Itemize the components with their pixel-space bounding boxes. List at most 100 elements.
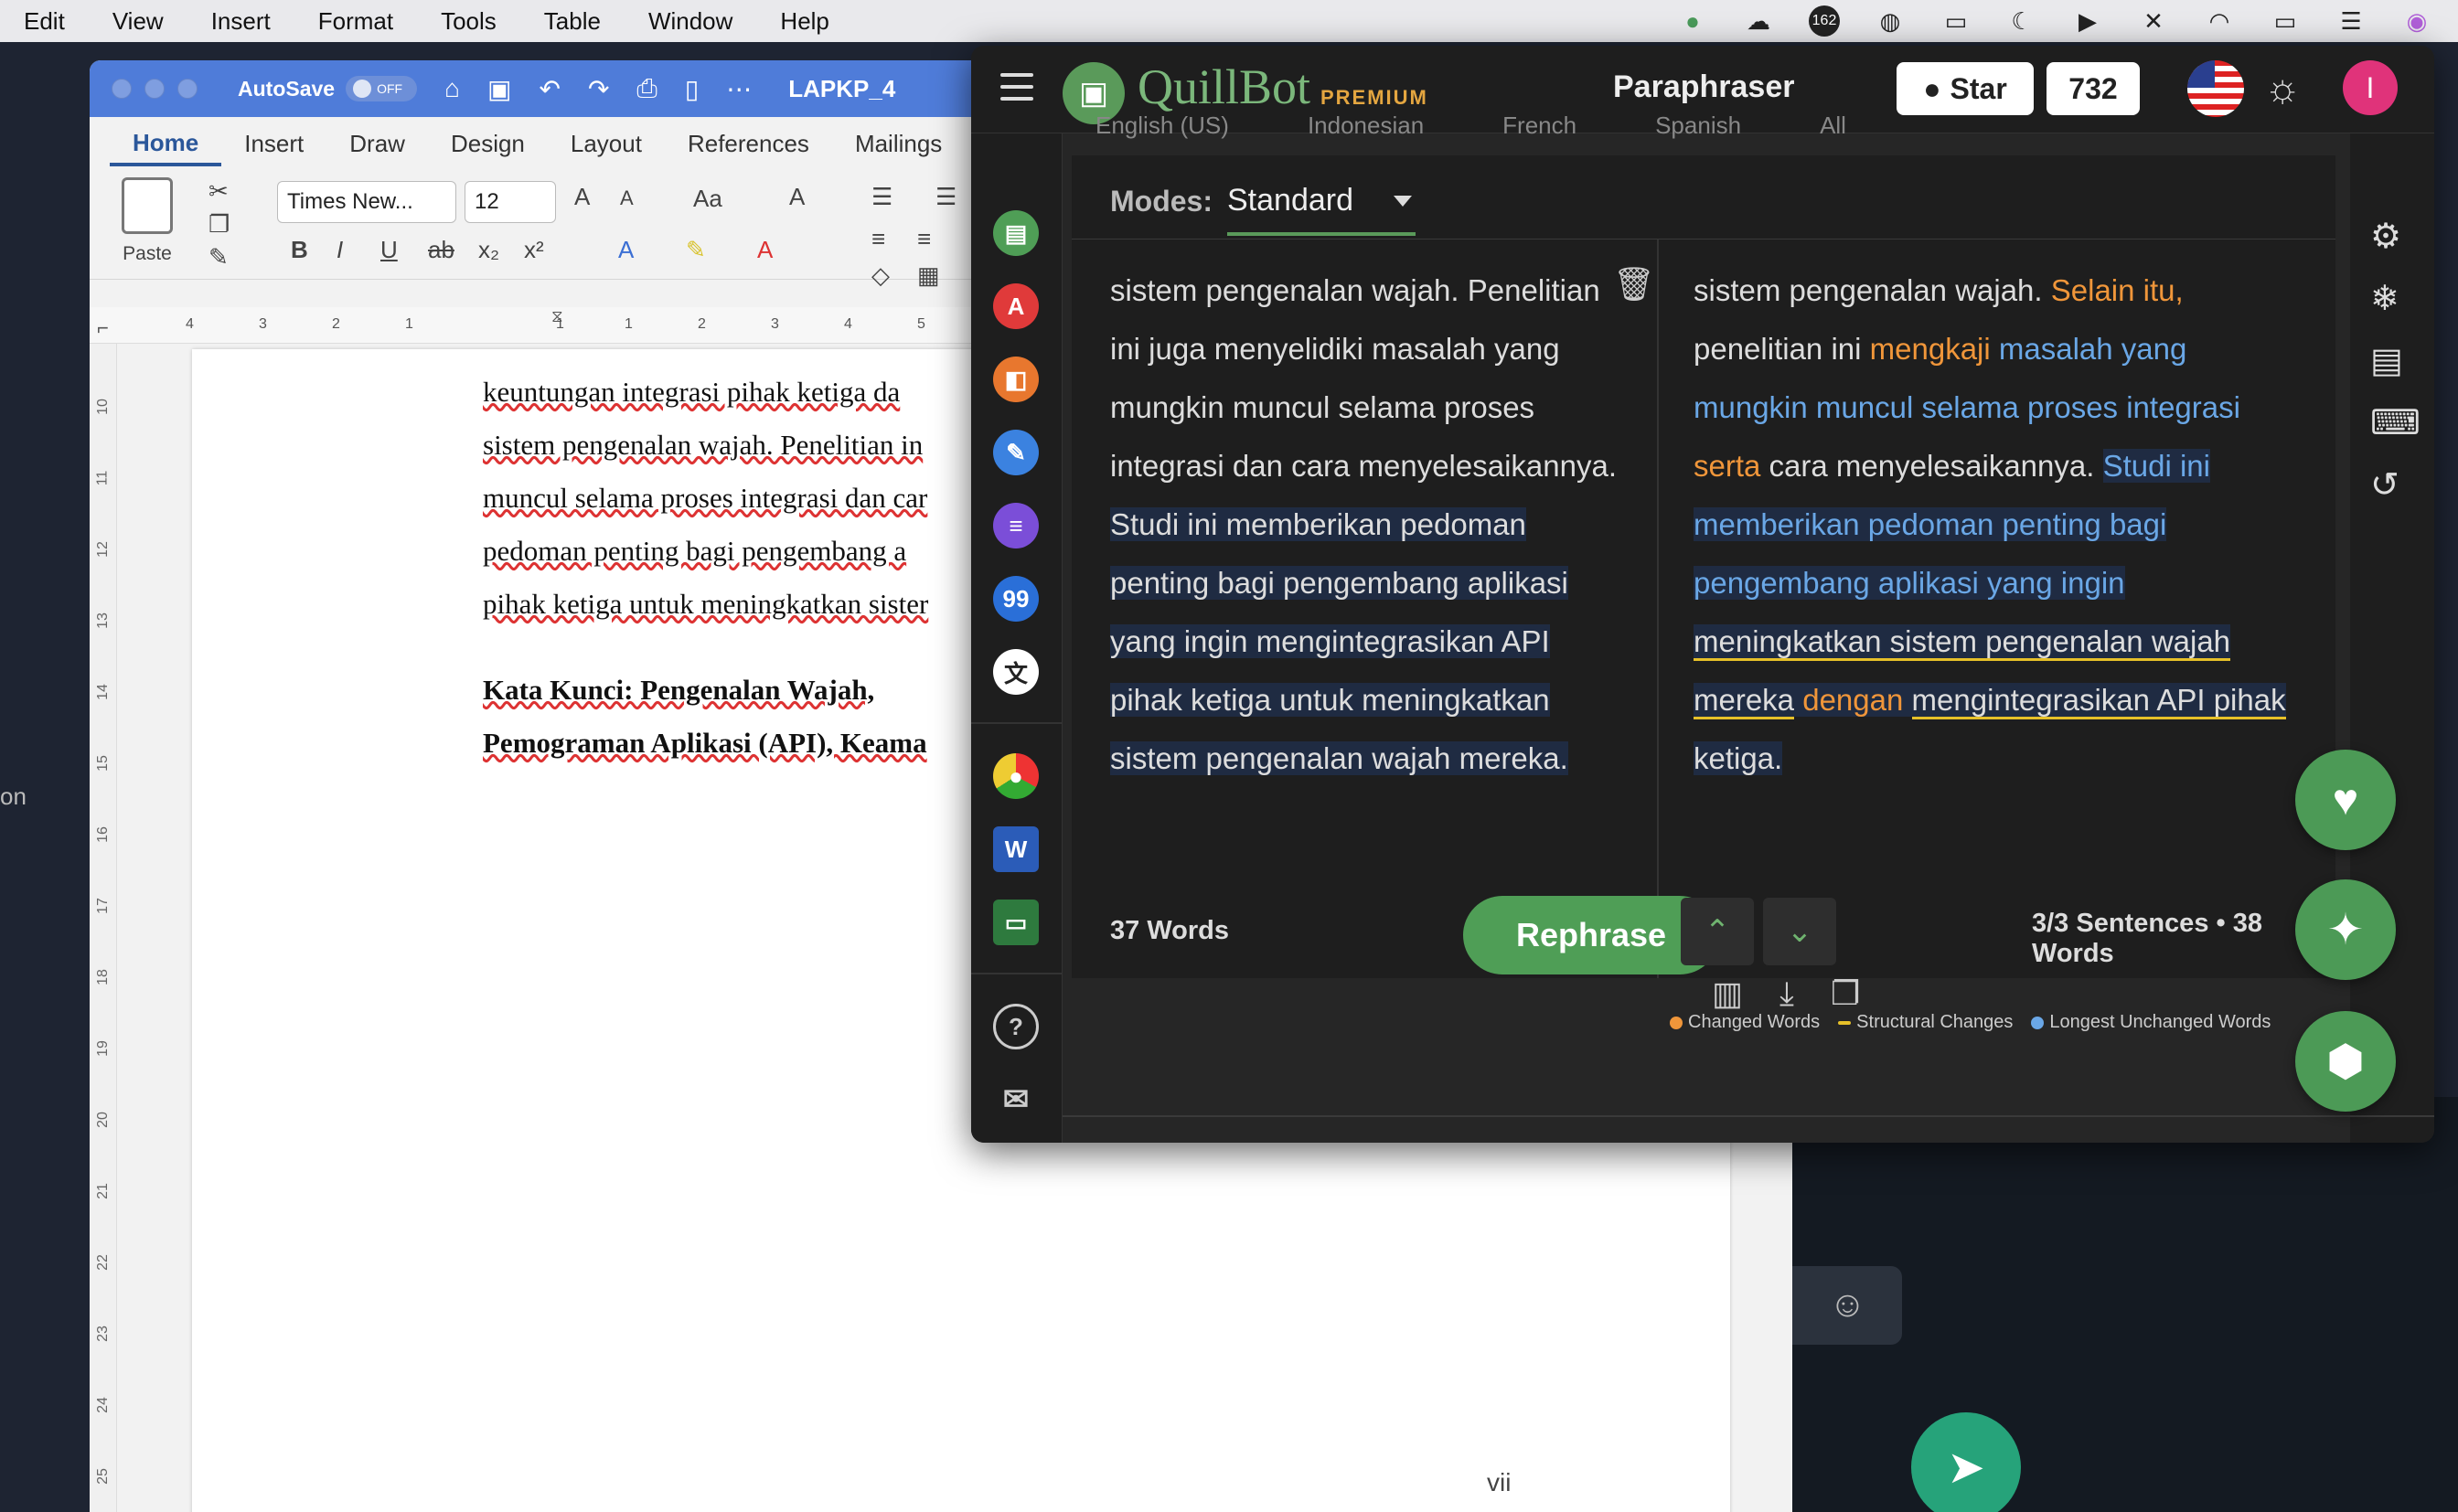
citation-generator-icon[interactable]: 99 bbox=[993, 576, 1039, 622]
bold-icon[interactable]: B bbox=[291, 236, 308, 264]
change-case-icon[interactable]: Aa bbox=[693, 185, 722, 213]
underline-icon[interactable]: U bbox=[380, 236, 398, 264]
menu-view[interactable]: View bbox=[89, 7, 187, 36]
notification-count-badge[interactable]: 162 bbox=[1809, 5, 1840, 37]
bluetooth-icon[interactable]: ✕ bbox=[2138, 5, 2169, 37]
redo-icon[interactable]: ↷ bbox=[588, 74, 609, 104]
chevron-down-icon[interactable] bbox=[1394, 196, 1412, 207]
more-icon[interactable]: ⋯ bbox=[726, 74, 752, 104]
highlight-icon[interactable]: ✎ bbox=[686, 236, 706, 264]
siri-icon[interactable]: ◉ bbox=[2401, 5, 2432, 37]
strikethrough-icon[interactable]: ab bbox=[428, 236, 454, 264]
tab-insert[interactable]: Insert bbox=[221, 130, 326, 158]
shading-icon[interactable]: ◇ bbox=[871, 261, 890, 290]
font-color-icon[interactable]: A bbox=[757, 236, 773, 264]
suggestion-button[interactable]: ✦ bbox=[2295, 879, 2396, 980]
donate-heart-button[interactable]: ♥ bbox=[2295, 750, 2396, 850]
summarizer-icon[interactable]: ≡ bbox=[993, 503, 1039, 548]
cloud-icon[interactable]: ☁ bbox=[1743, 5, 1774, 37]
github-star-button[interactable]: ● Star bbox=[1897, 62, 2034, 115]
snowflake-icon[interactable]: ❄ bbox=[2370, 278, 2399, 319]
send-button[interactable]: ➤ bbox=[1911, 1412, 2021, 1512]
close-window-button[interactable] bbox=[112, 79, 132, 99]
format-painter-icon[interactable]: ✎ bbox=[208, 243, 229, 272]
changed-word[interactable]: Selain itu, bbox=[2051, 273, 2184, 307]
theme-toggle-icon[interactable]: ☼ bbox=[2264, 66, 2301, 112]
align-center-icon[interactable]: ≡ bbox=[917, 225, 931, 253]
next-sentence-button[interactable]: ⌄ bbox=[1763, 898, 1836, 965]
tab-references[interactable]: References bbox=[665, 130, 832, 158]
comment-icon[interactable]: ▤ bbox=[2370, 340, 2403, 381]
tab-design[interactable]: Design bbox=[428, 130, 548, 158]
tab-draw[interactable]: Draw bbox=[326, 130, 428, 158]
indent-marker-icon[interactable]: ⧖ bbox=[551, 307, 563, 326]
menu-insert[interactable]: Insert bbox=[187, 7, 294, 36]
menu-table[interactable]: Table bbox=[520, 7, 625, 36]
settings-gear-icon[interactable]: ⚙ bbox=[2370, 216, 2401, 257]
changed-word[interactable]: dengan bbox=[1802, 683, 1904, 717]
chrome-extension-icon[interactable]: ● bbox=[993, 753, 1039, 799]
document-body[interactable]: keuntungan integrasi pihak ketiga da sis… bbox=[483, 366, 977, 770]
translator-icon[interactable]: 文 bbox=[993, 649, 1039, 695]
co-writer-icon[interactable]: ✎ bbox=[993, 430, 1039, 475]
new-document-icon[interactable]: ▯ bbox=[685, 74, 699, 104]
mail-icon[interactable]: ✉ bbox=[993, 1077, 1039, 1123]
undo-icon[interactable]: ↶ bbox=[539, 74, 560, 104]
display-icon[interactable]: ▭ bbox=[1940, 5, 1972, 37]
menu-tools[interactable]: Tools bbox=[417, 7, 520, 36]
moon-icon[interactable]: ☾ bbox=[2006, 5, 2037, 37]
grow-font-icon[interactable]: A bbox=[574, 183, 590, 211]
emoji-icon[interactable]: ☺ bbox=[1829, 1284, 1866, 1326]
wifi-icon[interactable]: ◠ bbox=[2204, 5, 2235, 37]
print-icon[interactable]: ⎙ bbox=[636, 74, 657, 104]
numbering-icon[interactable]: ☰ bbox=[935, 183, 956, 211]
us-flag-icon[interactable] bbox=[2187, 60, 2244, 117]
history-icon[interactable]: ↺ bbox=[2370, 464, 2399, 506]
tab-english-us[interactable]: English (US) bbox=[1095, 112, 1229, 139]
mode-select[interactable]: Standard bbox=[1227, 177, 1416, 236]
copy-icon[interactable]: ❐ bbox=[1831, 974, 1860, 1014]
play-icon[interactable]: ▶ bbox=[2072, 5, 2103, 37]
tab-french[interactable]: French bbox=[1502, 112, 1576, 139]
hamburger-menu-icon[interactable] bbox=[1000, 73, 1033, 101]
autosave-toggle[interactable]: OFF bbox=[346, 76, 418, 101]
keyboard-icon[interactable]: ⌨ bbox=[2370, 402, 2421, 443]
menu-window[interactable]: Window bbox=[625, 7, 756, 36]
minimize-window-button[interactable] bbox=[144, 79, 165, 99]
copy-icon[interactable]: ❐ bbox=[208, 210, 230, 239]
bullets-icon[interactable]: ☰ bbox=[871, 183, 892, 211]
borders-icon[interactable]: ▦ bbox=[917, 261, 940, 290]
save-icon[interactable]: ▣ bbox=[487, 74, 511, 104]
statistics-icon[interactable]: ▥ bbox=[1712, 974, 1743, 1014]
paste-button[interactable]: Paste bbox=[115, 177, 179, 265]
star-count[interactable]: 732 bbox=[2047, 62, 2140, 115]
previous-sentence-button[interactable]: ⌃ bbox=[1681, 898, 1754, 965]
help-icon[interactable]: ? bbox=[993, 1004, 1039, 1049]
menu-help[interactable]: Help bbox=[756, 7, 852, 36]
italic-icon[interactable]: I bbox=[337, 236, 343, 264]
changed-word[interactable]: serta bbox=[1694, 449, 1760, 483]
word-addin-icon[interactable]: W bbox=[993, 826, 1039, 872]
menu-edit[interactable]: Edit bbox=[0, 7, 89, 36]
align-left-icon[interactable]: ≡ bbox=[871, 225, 885, 253]
chat-input-box[interactable]: ☺ bbox=[1792, 1266, 1902, 1345]
subscript-icon[interactable]: x₂ bbox=[478, 236, 499, 264]
tab-indonesian[interactable]: Indonesian bbox=[1308, 112, 1424, 139]
trash-icon[interactable]: 🗑 bbox=[1613, 265, 1655, 303]
grammar-checker-icon[interactable]: A bbox=[993, 283, 1039, 329]
cut-icon[interactable]: ✂ bbox=[208, 177, 229, 206]
premium-cube-button[interactable]: ⬢ bbox=[2295, 1011, 2396, 1112]
globe-icon[interactable]: ◍ bbox=[1875, 5, 1906, 37]
superscript-icon[interactable]: x² bbox=[524, 236, 544, 264]
tab-spanish[interactable]: Spanish bbox=[1655, 112, 1741, 139]
menu-format[interactable]: Format bbox=[294, 7, 417, 36]
zoom-window-button[interactable] bbox=[177, 79, 198, 99]
battery-icon[interactable]: ▭ bbox=[2270, 5, 2301, 37]
clear-formatting-icon[interactable]: A bbox=[789, 183, 805, 211]
quillbot-brand[interactable]: QuillBot bbox=[1138, 59, 1310, 115]
home-icon[interactable]: ⌂ bbox=[444, 74, 460, 103]
output-text[interactable]: sistem pengenalan wajah. Selain itu, pen… bbox=[1694, 261, 2297, 788]
input-pane[interactable]: sistem pengenalan wajah. Penelitian ini … bbox=[1072, 240, 1655, 978]
tab-stop-icon[interactable]: ⌐ bbox=[97, 316, 109, 340]
tab-home[interactable]: Home bbox=[110, 129, 222, 166]
